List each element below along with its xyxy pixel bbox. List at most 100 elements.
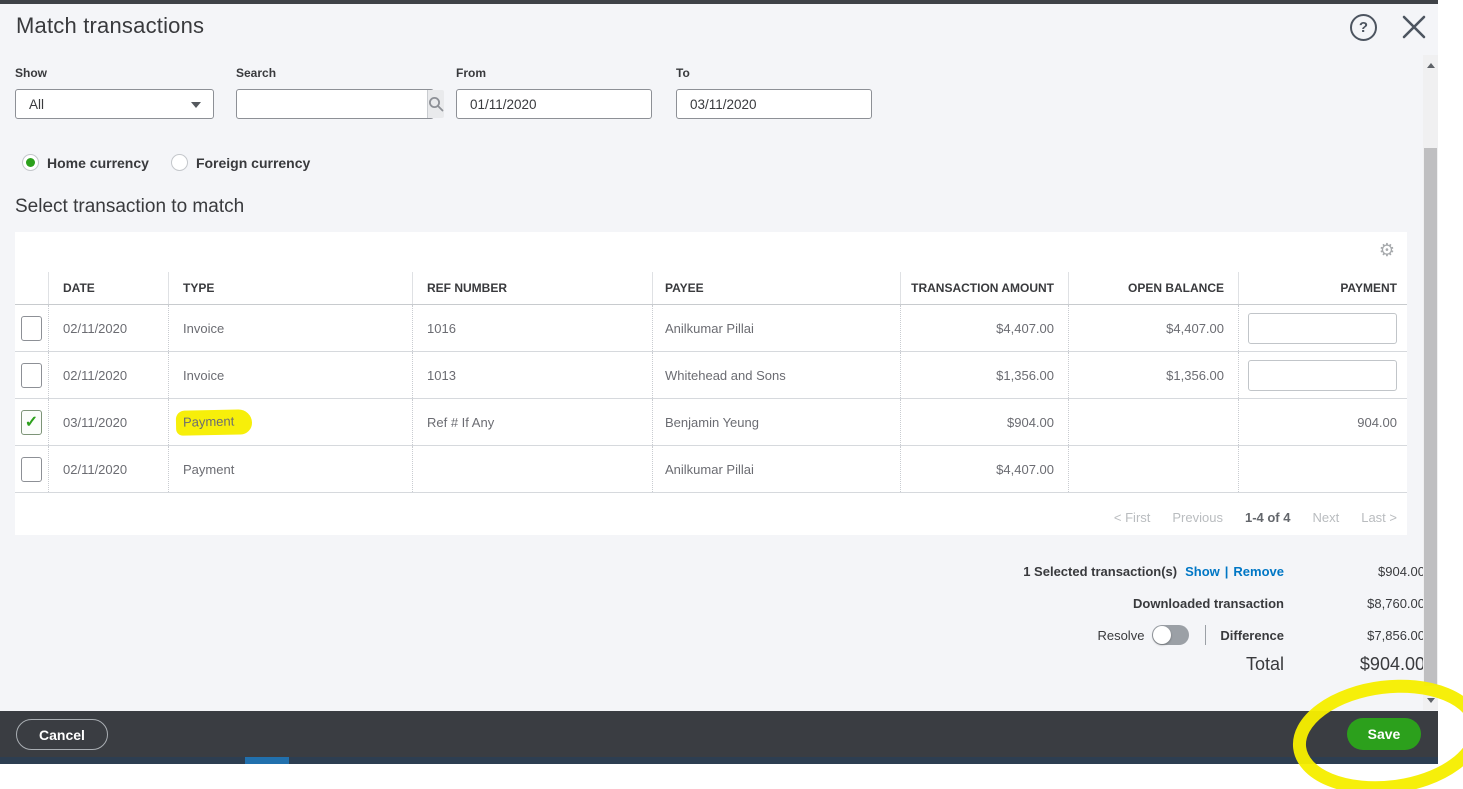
table-row: 02/11/2020 Payment Anilkumar Pillai $4,407.… [15, 446, 1407, 493]
show-label: Show [15, 66, 47, 80]
header-payee: PAYEE [652, 272, 900, 304]
scroll-up-arrow-icon[interactable] [1423, 57, 1438, 73]
search-filter-group: Search [236, 66, 444, 119]
toggle-knob [1153, 626, 1172, 644]
pagination: < First Previous 1-4 of 4 Next Last > [1114, 510, 1397, 525]
row-checkbox-checked[interactable]: ✓ [21, 409, 42, 435]
checkbox-cell: ✓ [15, 399, 48, 445]
header-type: TYPE [168, 272, 412, 304]
to-date-input[interactable] [677, 90, 871, 118]
horizontal-scrollbar[interactable] [0, 757, 1438, 764]
save-button[interactable]: Save [1347, 718, 1421, 750]
to-filter-group: To [676, 66, 872, 119]
home-currency-radio[interactable] [22, 154, 39, 171]
pagination-previous[interactable]: Previous [1172, 510, 1223, 525]
cell-payment: 904.00 [1238, 399, 1407, 445]
type-text: Payment [183, 461, 235, 477]
header-transaction-amount: TRANSACTION AMOUNT [900, 272, 1068, 304]
show-dropdown[interactable]: All [15, 89, 214, 119]
footer-bar: Cancel Save [0, 711, 1438, 757]
cell-date: 02/11/2020 [48, 446, 168, 492]
total-row: Total $904.00 [1246, 654, 1425, 675]
row-checkbox[interactable] [21, 315, 42, 341]
cell-open-balance: $1,356.00 [1068, 352, 1238, 398]
cell-payee: Anilkumar Pillai [652, 305, 900, 351]
vertical-scrollbar-thumb[interactable] [1424, 148, 1437, 686]
show-dropdown-value: All [29, 96, 45, 112]
search-icon[interactable] [427, 90, 444, 118]
horizontal-scrollbar-thumb[interactable] [245, 757, 289, 764]
pagination-range: 1-4 of 4 [1244, 510, 1291, 525]
checkbox-cell [15, 352, 48, 398]
header-date: DATE [48, 272, 168, 304]
cell-date: 02/11/2020 [48, 352, 168, 398]
table-rows: 02/11/2020 Invoice 1016 Anilkumar Pillai $4,… [15, 305, 1407, 493]
cell-type: Payment [168, 399, 412, 445]
from-label: From [456, 66, 486, 80]
vertical-scrollbar[interactable] [1423, 55, 1438, 710]
selected-amount: $904.00 [1378, 564, 1425, 579]
cell-ref-number: 1016 [412, 305, 652, 351]
cell-type: Payment [168, 446, 412, 492]
total-label: Total [1245, 654, 1284, 674]
cell-payee: Anilkumar Pillai [652, 446, 900, 492]
payment-input[interactable] [1248, 359, 1397, 391]
cell-transaction-amount: $4,407.00 [900, 305, 1068, 351]
chevron-down-icon [191, 102, 201, 108]
cancel-button[interactable]: Cancel [16, 719, 108, 750]
payment-input[interactable] [1248, 312, 1397, 344]
remove-link[interactable]: Remove [1233, 564, 1284, 579]
cell-transaction-amount: $904.00 [900, 399, 1068, 445]
show-link[interactable]: Show [1185, 564, 1220, 579]
page-title: Match transactions [16, 13, 205, 38]
highlighted-type-text: Payment [175, 408, 253, 436]
pagination-next[interactable]: Next [1312, 510, 1339, 525]
selected-transactions-label: 1 Selected transaction(s) [1023, 564, 1178, 579]
from-filter-group: From [456, 66, 652, 119]
search-label: Search [236, 66, 277, 80]
match-transactions-dialog: Match transactions ? Show All Search Fro… [0, 0, 1463, 789]
from-date-input[interactable] [457, 90, 651, 118]
foreign-currency-label: Foreign currency [195, 154, 311, 171]
cell-date: 03/11/2020 [48, 399, 168, 445]
cell-type: Invoice [168, 305, 412, 351]
to-label: To [676, 66, 690, 80]
row-checkbox[interactable] [21, 456, 42, 482]
gear-icon[interactable]: ⚙ [1379, 241, 1395, 259]
header-ref-number: REF NUMBER [412, 272, 652, 304]
cell-transaction-amount: $1,356.00 [900, 352, 1068, 398]
downloaded-amount: $8,760.00 [1367, 596, 1425, 611]
section-title: Select transaction to match [15, 196, 245, 217]
cell-transaction-amount: $4,407.00 [900, 446, 1068, 492]
cell-payment [1238, 305, 1407, 351]
total-amount: $904.00 [1359, 654, 1425, 674]
foreign-currency-radio[interactable] [170, 154, 188, 171]
cell-open-balance [1068, 399, 1238, 445]
home-currency-label: Home currency [47, 154, 149, 171]
type-text: Invoice [183, 320, 225, 336]
table-row: 02/11/2020 Invoice 1013 Whitehead and Sons $… [15, 352, 1407, 399]
search-input[interactable] [237, 90, 427, 118]
cell-ref-number [412, 446, 652, 492]
close-icon[interactable] [1400, 13, 1428, 41]
pagination-last[interactable]: Last > [1361, 510, 1397, 525]
downloaded-summary-row: Downloaded transaction $8,760.00 [1133, 596, 1425, 611]
scroll-down-arrow-icon[interactable] [1423, 692, 1438, 708]
table-row: ✓ 03/11/2020 Payment Ref # If Any Benjamin Y… [15, 399, 1407, 446]
currency-radio-group: Home currency Foreign currency [22, 154, 310, 171]
row-checkbox[interactable] [21, 362, 42, 388]
header-open-balance: OPEN BALANCE [1068, 272, 1238, 304]
checkbox-cell [15, 446, 48, 492]
cell-open-balance: $4,407.00 [1068, 305, 1238, 351]
resolve-difference-row: Resolve Difference $7,856.00 [1097, 625, 1425, 645]
cell-payee: Whitehead and Sons [652, 352, 900, 398]
cell-type: Invoice [168, 352, 412, 398]
help-icon[interactable]: ? [1350, 14, 1377, 41]
difference-label: Difference [1220, 627, 1284, 643]
resolve-label: Resolve [1097, 627, 1145, 643]
pagination-first[interactable]: < First [1114, 510, 1150, 525]
payment-value: 904.00 [1357, 414, 1397, 430]
cell-ref-number: Ref # If Any [412, 399, 652, 445]
checkbox-cell [15, 305, 48, 351]
resolve-toggle[interactable] [1152, 625, 1190, 645]
